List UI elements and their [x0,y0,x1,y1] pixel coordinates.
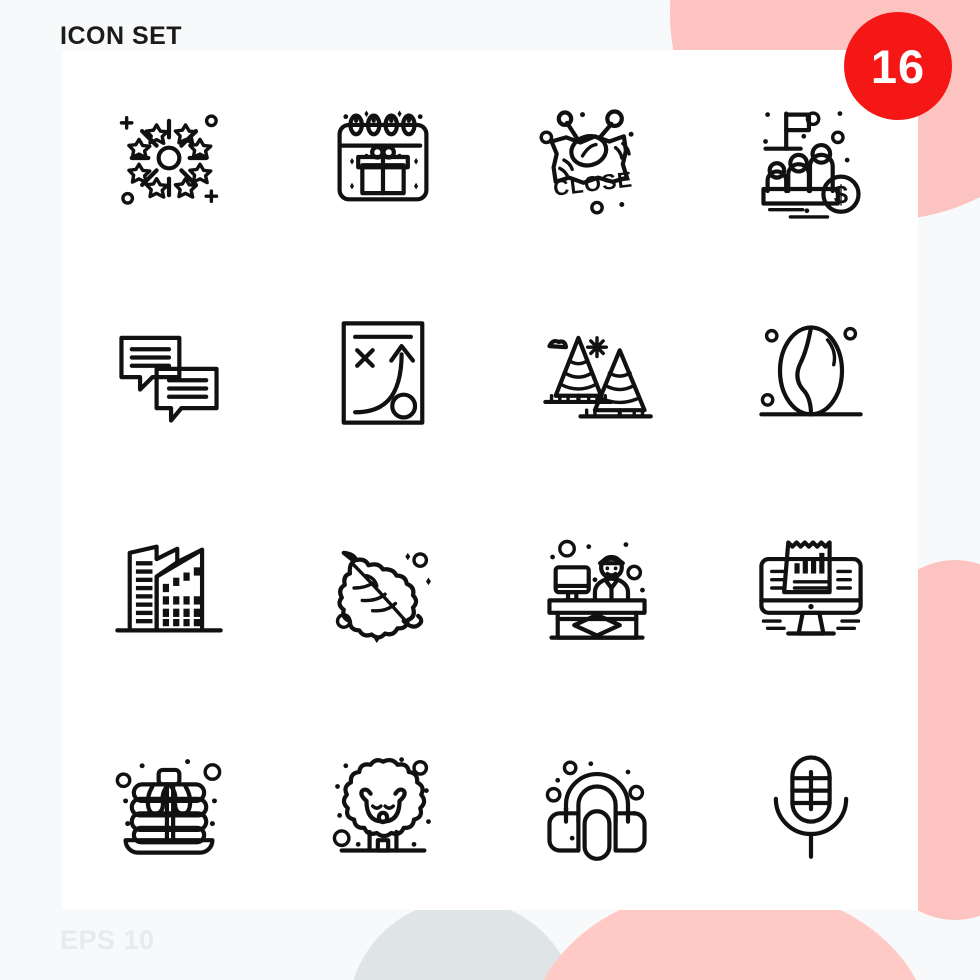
icon-cell-3[interactable]: CLOSE [490,50,704,265]
winter-pine-trees-icon [535,311,659,435]
icon-cell-11[interactable] [490,480,704,695]
icon-cell-12[interactable] [704,480,918,695]
icon-grid: CLOSE $ [62,50,918,910]
icon-cell-14[interactable] [276,695,490,910]
fireworks-sparkle-icon [107,96,231,220]
pancakes-icon [107,758,231,865]
icon-cell-7[interactable] [490,265,704,480]
icon-set-canvas: Icon Set 16 EPS 10 [0,0,980,980]
monitor-report-chart-icon [749,526,873,650]
strategy-board-icon [321,311,445,435]
coffee-bean-icon [749,311,873,435]
icon-grid-card: CLOSE $ [62,50,918,910]
page-title: Icon Set [60,22,183,50]
icon-cell-15[interactable] [490,695,704,910]
svg-text:$: $ [834,181,848,209]
decorative-blob-bottom-gray [348,900,578,980]
sheep-icon [321,756,431,865]
close-sign-icon: CLOSE [535,96,634,220]
calendar-gift-icon [321,109,445,220]
reception-desk-icon [535,526,659,650]
icon-cell-6[interactable] [276,265,490,480]
eps-format-label: EPS 10 [60,925,155,955]
crowdfunding-people-dollar-icon: $ [749,110,873,220]
icon-cell-16[interactable] [704,695,918,910]
icon-cell-1[interactable] [62,50,276,265]
chat-bubbles-icon [107,311,231,435]
icon-cell-2[interactable] [276,50,490,265]
icon-count-badge: 16 [844,12,952,120]
icon-cell-10[interactable] [276,480,490,695]
icon-cell-13[interactable] [62,695,276,910]
leaf-icon [321,526,431,643]
city-buildings-icon [107,526,231,650]
icon-cell-5[interactable] [62,265,276,480]
icon-cell-9[interactable] [62,480,276,695]
headphones-icon [535,741,659,865]
icon-cell-8[interactable] [704,265,918,480]
microphone-icon [749,741,873,865]
